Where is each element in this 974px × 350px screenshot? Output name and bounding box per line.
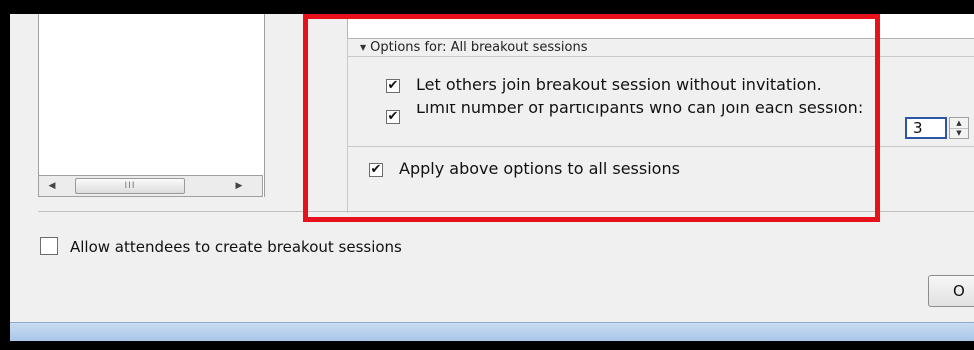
session-detail-field[interactable] — [347, 14, 974, 39]
list-horizontal-scrollbar[interactable]: ◀ III ▶ — [38, 175, 263, 197]
scroll-left-icon[interactable]: ◀ — [45, 179, 59, 193]
stepper-buttons[interactable]: ▲ ▼ — [949, 117, 969, 139]
allow-attendees-label: Allow attendees to create breakout sessi… — [70, 238, 402, 256]
header-divider — [347, 56, 974, 57]
section-divider — [38, 211, 974, 212]
dialog-window: ◀ III ▶ ▼ Options for: All breakout sess… — [10, 14, 974, 330]
apply-all-label: Apply above options to all sessions — [399, 159, 680, 178]
options-divider — [347, 146, 974, 147]
let-others-join-label: Let others join breakout session without… — [416, 75, 822, 94]
options-header-label: Options for: All breakout sessions — [370, 40, 588, 55]
allow-attendees-checkbox[interactable] — [40, 237, 58, 255]
participant-limit-input[interactable]: 3 — [905, 117, 947, 139]
stepper-down-icon[interactable]: ▼ — [950, 128, 968, 138]
breakout-session-list[interactable] — [38, 14, 265, 197]
limit-participants-checkbox[interactable]: ✔ — [386, 110, 400, 124]
collapse-triangle-icon[interactable]: ▼ — [360, 43, 366, 52]
ok-button[interactable]: O — [928, 275, 974, 307]
scrollbar-thumb[interactable]: III — [75, 178, 185, 194]
taskbar-strip — [10, 322, 974, 341]
apply-all-checkbox[interactable]: ✔ — [369, 163, 383, 177]
options-section-header[interactable]: ▼ Options for: All breakout sessions — [360, 40, 588, 55]
let-others-join-checkbox[interactable]: ✔ — [386, 79, 400, 93]
limit-participants-label-clip: Limit number of participants who can joi… — [416, 104, 886, 144]
panel-border — [347, 38, 348, 213]
participant-limit-stepper[interactable]: 3 ▲ ▼ — [905, 117, 971, 141]
limit-participants-label: Limit number of participants who can joi… — [416, 104, 864, 117]
scroll-right-icon[interactable]: ▶ — [232, 179, 246, 193]
